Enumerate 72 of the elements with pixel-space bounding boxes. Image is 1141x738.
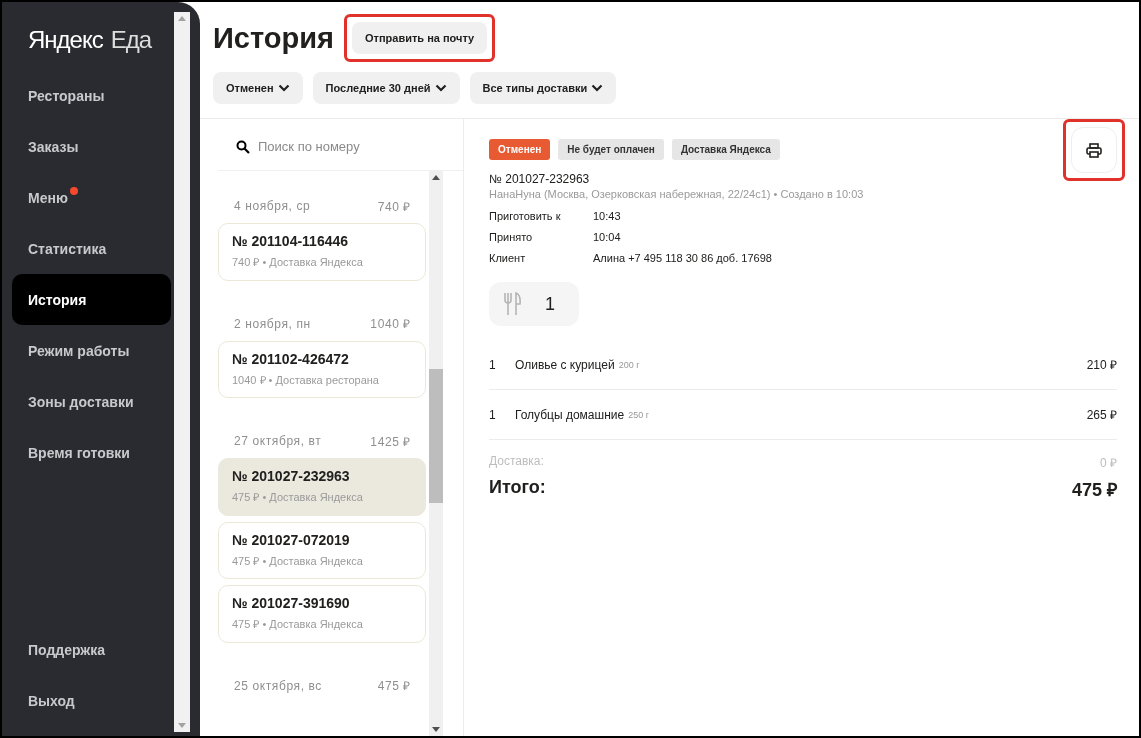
order-card[interactable]: № 201104-116446 740 ₽ • Доставка Яндекса [218, 223, 426, 281]
group-total: 1040 ₽ [370, 316, 411, 332]
chevron-down-icon [277, 84, 290, 92]
chevron-down-icon [591, 84, 604, 92]
fork-knife-icon [503, 292, 523, 316]
order-card[interactable]: № 201102-426472 1040 ₽ • Доставка ресторана [218, 340, 426, 398]
order-number: № 201027-391690 [232, 595, 351, 611]
logo: Яндекс Еда [27, 26, 153, 54]
nav-item[interactable]: Режим работы [12, 325, 171, 376]
print-icon [1086, 142, 1102, 158]
group-date: 4 ноября, ср [234, 199, 311, 213]
field-label: Приготовить к [489, 210, 562, 222]
group-date: 2 ноября, пн [234, 316, 311, 331]
order-card[interactable]: № 201027-072019 475 ₽ • Доставка Яндекса [218, 521, 426, 579]
cutlery-count: 1 [489, 282, 579, 326]
delivery-price: 0 ₽ [1100, 455, 1117, 471]
order-card[interactable]: № 201027-232963 475 ₽ • Доставка Яндекса [218, 458, 426, 516]
delivery-label: Доставка: [489, 454, 544, 470]
group-total: 740 ₽ [377, 198, 411, 215]
filter-dropdown[interactable]: Все типы доставки [469, 72, 617, 104]
field-label: Клиент [489, 252, 527, 264]
item-price: 210 ₽ [1086, 357, 1117, 373]
group-date: 25 октября, вс [234, 678, 322, 693]
order-number: № 201027-232963 [489, 172, 591, 186]
nav-item[interactable]: Статистика [12, 223, 171, 274]
order-summary: 475 ₽ • Доставка Яндекса [232, 490, 364, 505]
tag: Не будет оплачен [558, 139, 664, 160]
filter-dropdown[interactable]: Последние 30 дней [312, 72, 460, 104]
nav-item[interactable]: Рестораны [12, 70, 171, 121]
order-card[interactable]: № 201027-391690 475 ₽ • Доставка Яндекса [218, 585, 426, 643]
order-number: № 201104-116446 [232, 233, 350, 249]
order-summary: 475 ₽ • Доставка Яндекса [232, 553, 364, 569]
nav-item[interactable]: Зоны доставки [12, 376, 171, 427]
item-quantity: 1 [489, 357, 497, 372]
field-value: Алина +7 495 118 30 86 доб. 17698 [593, 252, 773, 264]
nav-item[interactable]: Меню [12, 172, 171, 223]
page-title: История [213, 21, 334, 55]
order-meta: НанаНуна (Москва, Озерковская набережная, 22/24с1) • Создано в 10:03 [489, 188, 865, 200]
order-summary: 1040 ₽ • Доставка ресторана [232, 372, 380, 388]
item-weight: 250 г [628, 409, 649, 420]
order-number: № 201102-426472 [232, 350, 350, 367]
item-name: Оливье с курицей [515, 357, 615, 372]
search-icon [236, 139, 250, 154]
nav-item[interactable]: История [12, 274, 171, 325]
total-price: 475 ₽ [1071, 479, 1117, 501]
nav-item[interactable]: Поддержка [12, 624, 171, 675]
order-summary: 475 ₽ • Доставка Яндекса [232, 617, 364, 632]
nav-item[interactable]: Время готовки [12, 427, 171, 478]
item-price: 265 ₽ [1086, 407, 1117, 423]
field-label: Принято [489, 231, 534, 243]
scrollbar[interactable] [174, 12, 190, 732]
item-weight: 200 г [618, 359, 640, 370]
tag: Доставка Яндекса [671, 139, 780, 160]
filter-dropdown[interactable]: Отменен [213, 72, 303, 104]
field-value: 10:43 [593, 210, 622, 222]
order-number: № 201027-232963 [232, 468, 351, 484]
item-name: Голубцы домашние [515, 407, 625, 422]
nav-item[interactable]: Выход [12, 675, 171, 726]
print-button[interactable] [1071, 127, 1117, 173]
field-value: 10:04 [593, 231, 622, 243]
order-summary: 740 ₽ • Доставка Яндекса [232, 255, 364, 270]
send-email-button[interactable]: Отправить на почту [352, 22, 488, 54]
scrollbar[interactable] [429, 171, 443, 736]
chevron-down-icon [434, 84, 447, 92]
item-quantity: 1 [489, 407, 497, 422]
status-badge: Отменен [489, 139, 551, 160]
nav-item[interactable]: Заказы [12, 121, 171, 172]
total-label: Итого: [489, 477, 546, 499]
order-number: № 201027-072019 [232, 531, 351, 548]
group-total: 475 ₽ [377, 678, 411, 694]
group-total: 1425 ₽ [370, 433, 411, 450]
group-date: 27 октября, вт [234, 434, 322, 448]
